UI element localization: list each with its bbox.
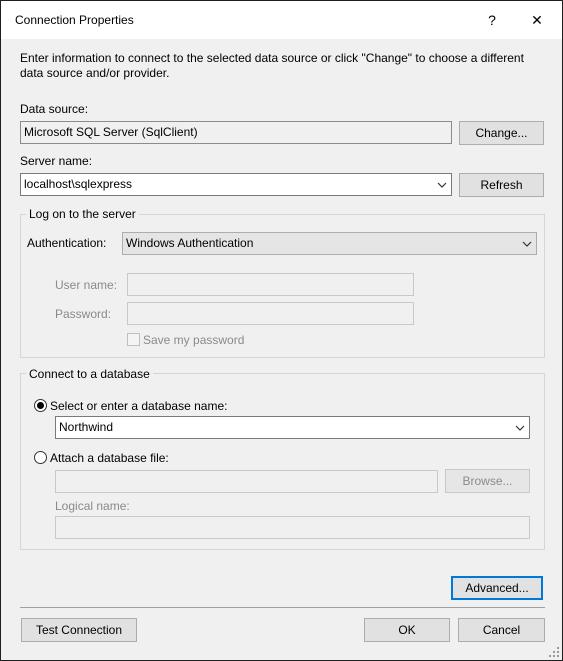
chevron-down-icon[interactable] bbox=[437, 180, 447, 190]
authentication-value: Windows Authentication bbox=[126, 236, 254, 250]
database-name-value: Northwind bbox=[59, 420, 114, 434]
browse-button[interactable]: Browse... bbox=[445, 469, 530, 493]
attach-file-input[interactable] bbox=[55, 470, 438, 493]
save-password-label: Save my password bbox=[143, 333, 245, 347]
database-group-title: Connect to a database bbox=[26, 367, 153, 381]
authentication-select[interactable]: Windows Authentication bbox=[122, 232, 537, 255]
logon-group-title: Log on to the server bbox=[26, 207, 139, 221]
server-name-combo[interactable]: localhost\sqlexpress bbox=[20, 173, 452, 196]
help-button[interactable]: ? bbox=[470, 1, 514, 39]
data-source-field: Microsoft SQL Server (SqlClient) bbox=[20, 121, 452, 144]
authentication-label: Authentication: bbox=[27, 236, 107, 250]
username-input[interactable] bbox=[127, 273, 414, 296]
username-label: User name: bbox=[55, 278, 118, 292]
select-database-label[interactable]: Select or enter a database name: bbox=[50, 399, 227, 413]
select-database-radio[interactable] bbox=[34, 399, 47, 412]
refresh-button[interactable]: Refresh bbox=[459, 173, 544, 197]
help-icon: ? bbox=[488, 12, 496, 28]
cancel-button[interactable]: Cancel bbox=[458, 618, 545, 642]
intro-text: Enter information to connect to the sele… bbox=[20, 51, 524, 80]
footer-separator bbox=[20, 607, 545, 608]
dialog-body: Enter information to connect to the sele… bbox=[1, 39, 562, 660]
logical-name-label: Logical name: bbox=[55, 499, 130, 513]
ok-button[interactable]: OK bbox=[364, 618, 450, 642]
dialog-window: Connection Properties ? ✕ Enter informat… bbox=[0, 0, 563, 661]
radio-selected-dot bbox=[37, 402, 44, 409]
password-input[interactable] bbox=[127, 302, 414, 325]
close-icon: ✕ bbox=[531, 11, 543, 28]
change-button[interactable]: Change... bbox=[459, 121, 544, 145]
dialog-title: Connection Properties bbox=[15, 13, 134, 27]
test-connection-button[interactable]: Test Connection bbox=[21, 618, 137, 642]
database-name-combo[interactable]: Northwind bbox=[55, 416, 530, 439]
save-password-checkbox[interactable] bbox=[127, 333, 140, 346]
chevron-down-icon[interactable] bbox=[515, 423, 525, 433]
password-label: Password: bbox=[55, 307, 112, 321]
attach-file-label[interactable]: Attach a database file: bbox=[50, 451, 169, 465]
resize-grip-icon[interactable] bbox=[548, 646, 560, 658]
title-bar[interactable]: Connection Properties ? ✕ bbox=[1, 1, 562, 39]
logical-name-input[interactable] bbox=[55, 516, 530, 539]
data-source-label: Data source: bbox=[20, 102, 89, 116]
attach-file-radio[interactable] bbox=[34, 451, 47, 464]
chevron-down-icon bbox=[522, 241, 532, 247]
server-name-label: Server name: bbox=[20, 154, 93, 168]
close-button[interactable]: ✕ bbox=[515, 1, 559, 39]
server-name-value: localhost\sqlexpress bbox=[24, 177, 133, 191]
advanced-button[interactable]: Advanced... bbox=[451, 576, 543, 600]
